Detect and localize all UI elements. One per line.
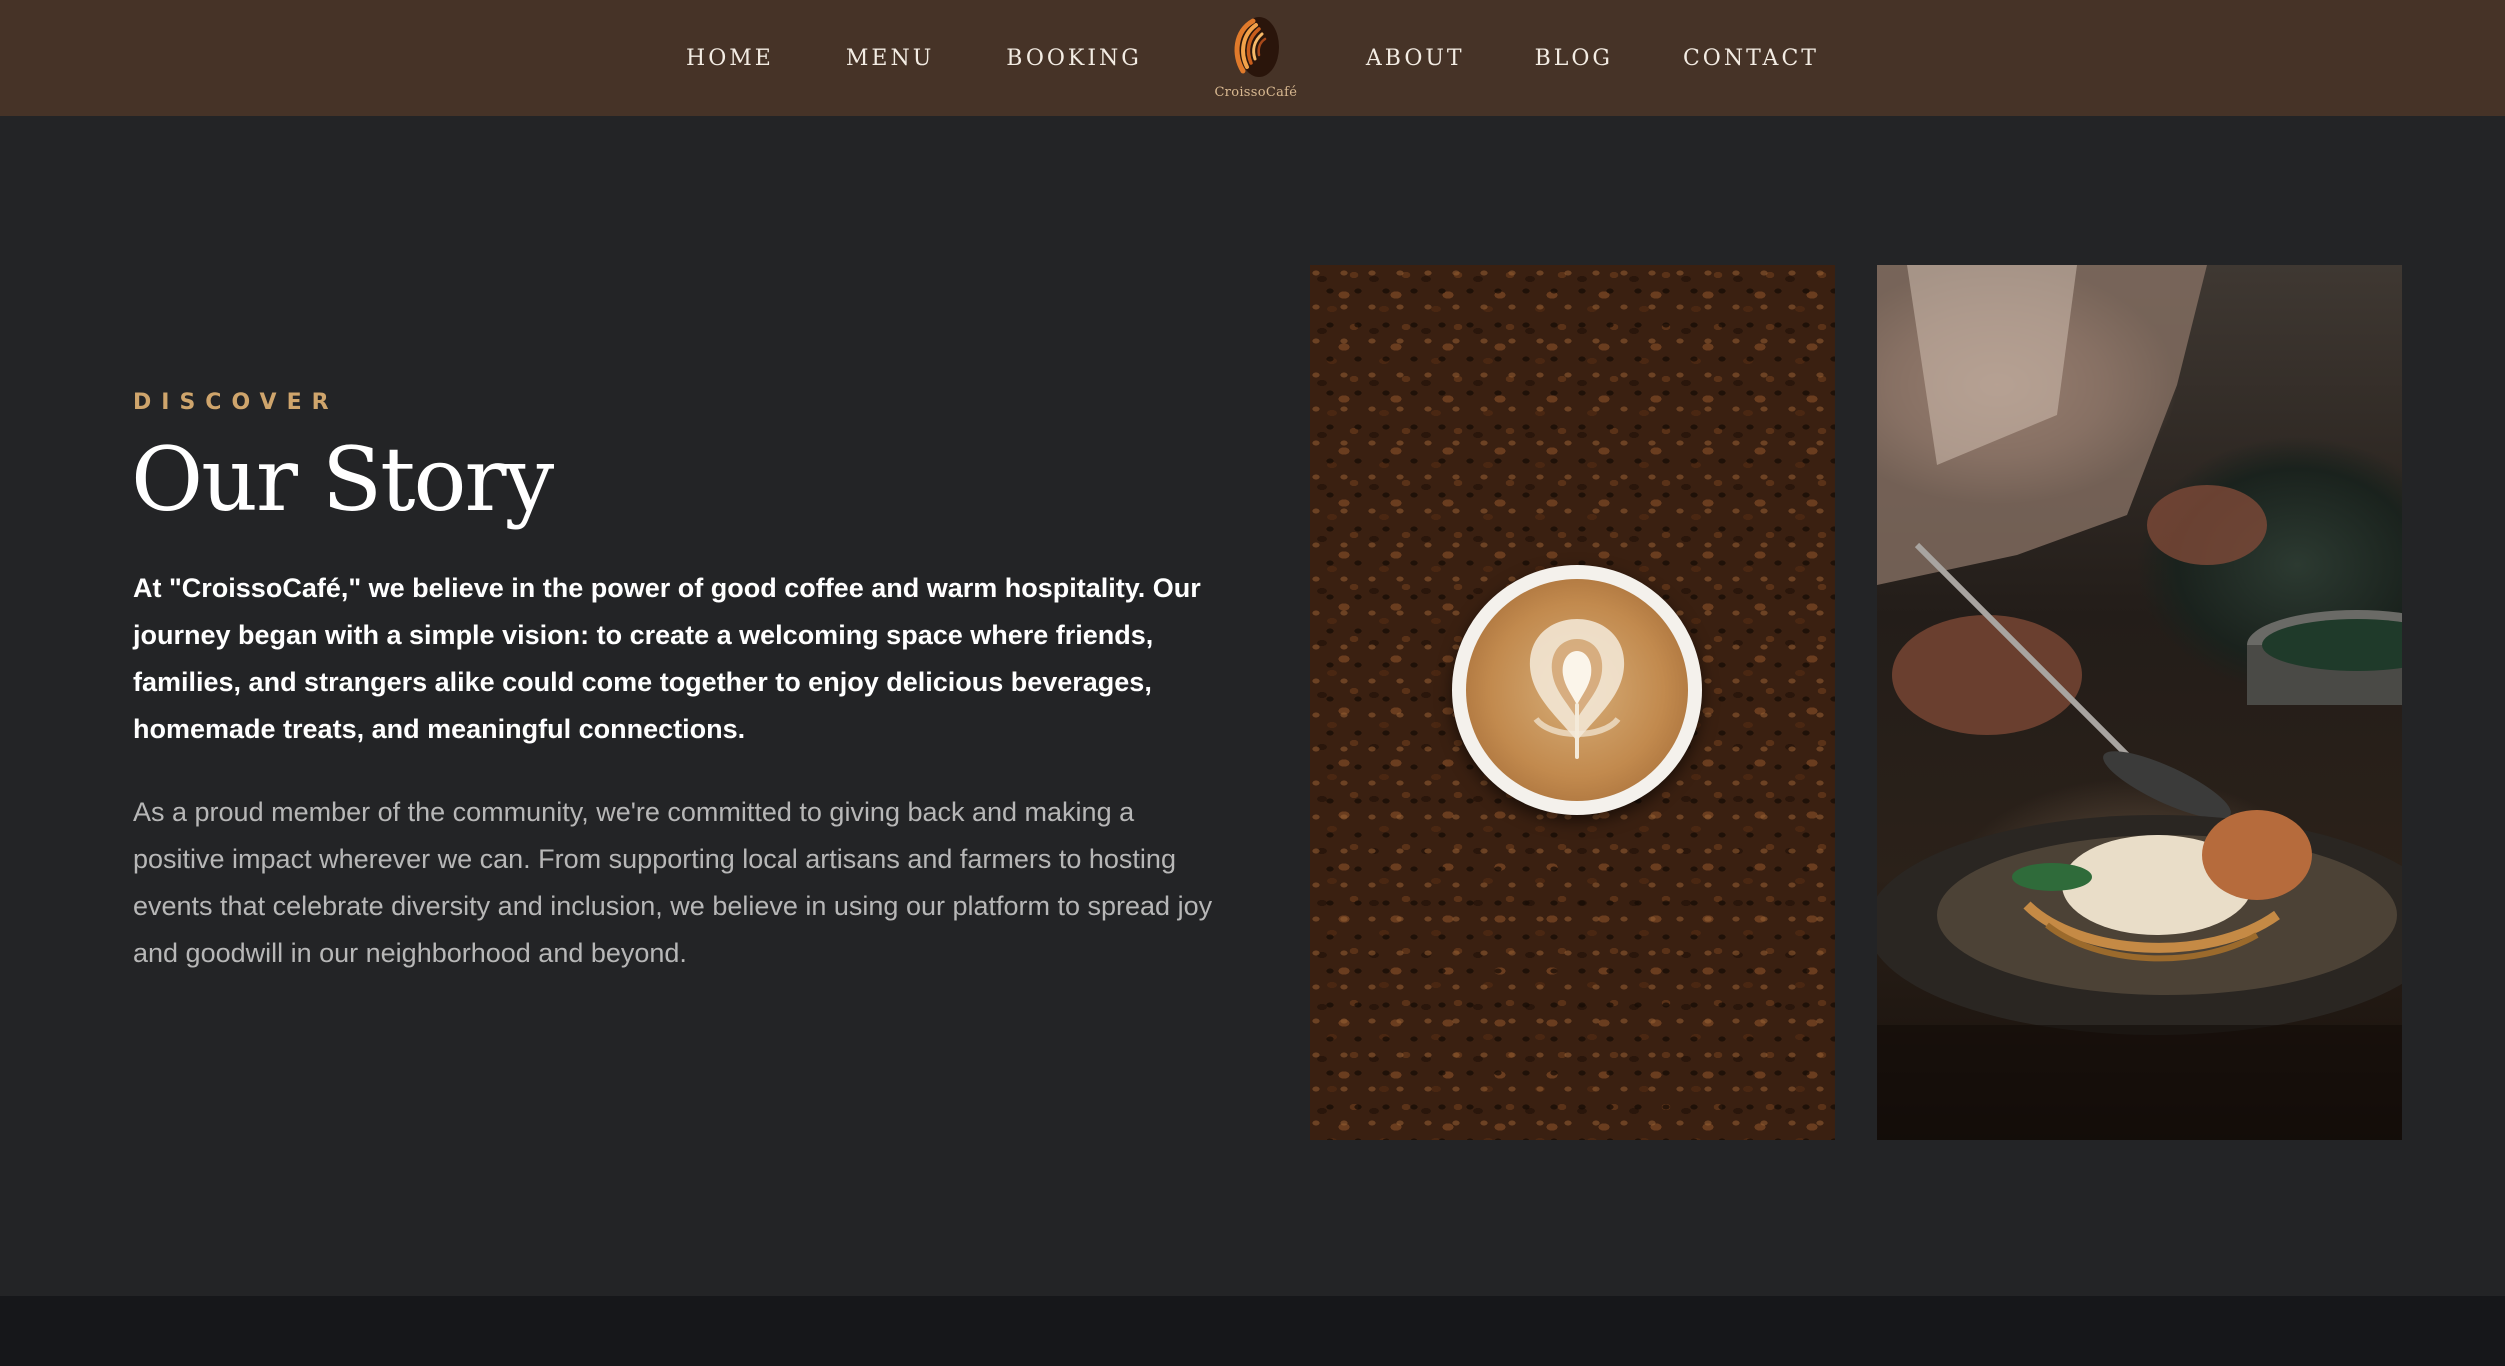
- story-body-paragraph: As a proud member of the community, we'r…: [133, 797, 1213, 968]
- section-eyebrow: DISCOVER: [133, 390, 339, 415]
- chef-plating-illustration: [1877, 265, 2402, 1140]
- nav-link-contact[interactable]: CONTACT: [1683, 46, 1819, 71]
- latte-art-heart-icon: [1529, 619, 1625, 759]
- nav-link-booking[interactable]: BOOKING: [1006, 46, 1142, 71]
- nav-link-about[interactable]: ABOUT: [1366, 46, 1465, 71]
- brand-name: CroissoCafé: [1214, 84, 1298, 100]
- footer-strip: [0, 1296, 2505, 1366]
- latte-cup: [1452, 565, 1702, 815]
- top-navigation: HOME MENU BOOKING CroissoCafé ABOUT BLOG…: [0, 0, 2505, 116]
- latte-surface: [1466, 579, 1688, 801]
- nav-link-blog[interactable]: BLOG: [1535, 46, 1613, 71]
- latte-coffee-beans-image: [1310, 265, 1835, 1140]
- chef-plating-image: [1877, 265, 2402, 1140]
- brand-logo[interactable]: CroissoCafé: [1200, 13, 1312, 100]
- story-lead-paragraph: At "CroissoCafé," we believe in the powe…: [133, 573, 1201, 744]
- nav-link-menu[interactable]: MENU: [846, 46, 934, 71]
- nav-link-home[interactable]: HOME: [686, 46, 774, 71]
- nav-right-group: ABOUT BLOG CONTACT: [1366, 46, 1819, 71]
- croissant-logo-icon: [1234, 16, 1279, 77]
- section-title: Our Story: [131, 428, 554, 531]
- nav-left-group: HOME MENU BOOKING: [686, 46, 1142, 71]
